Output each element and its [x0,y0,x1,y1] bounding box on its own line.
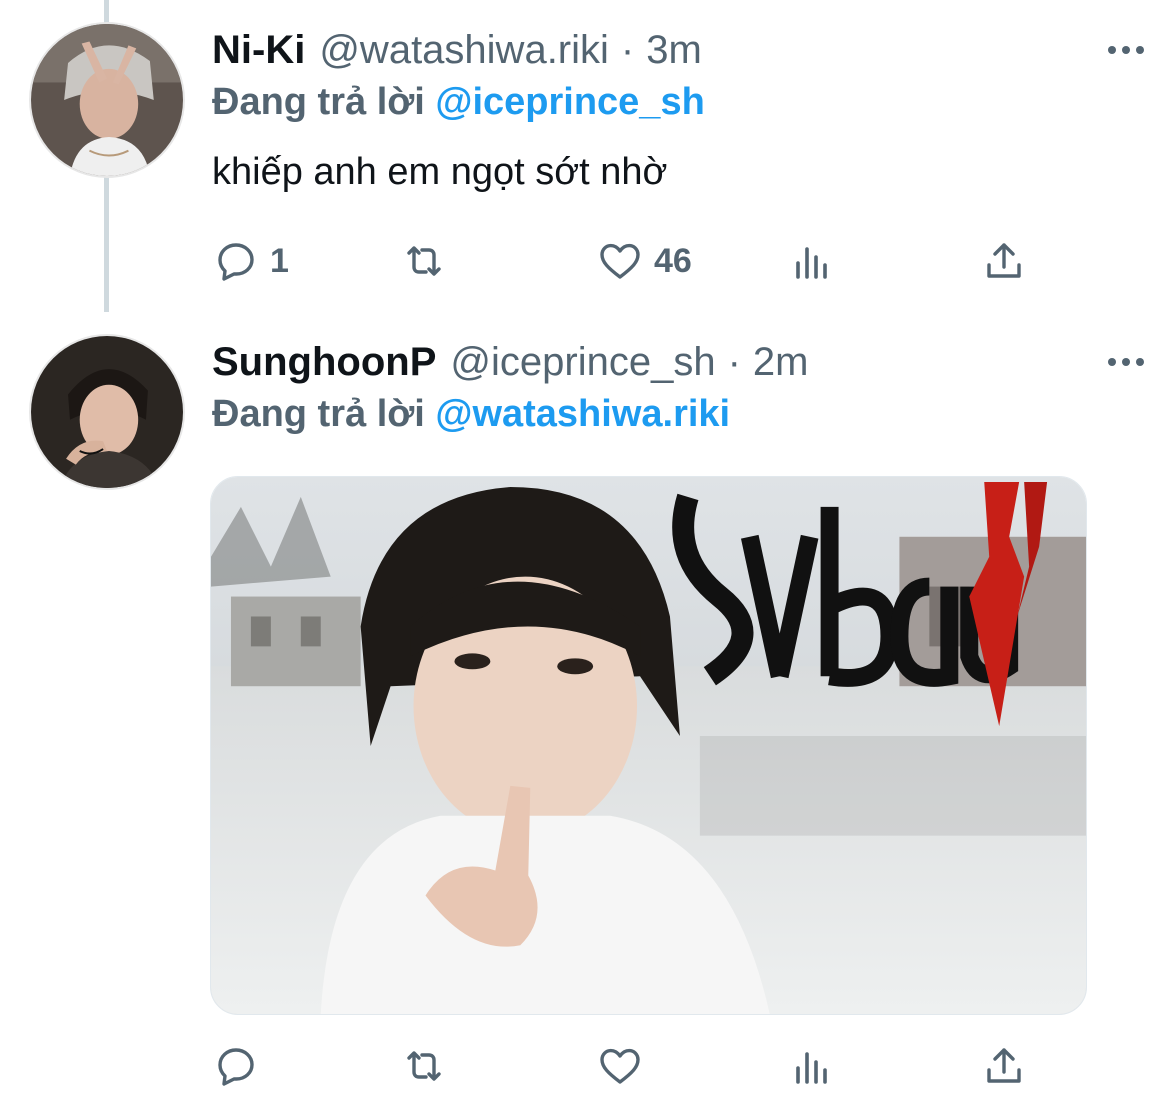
meme-photo [211,477,1086,1014]
display-name[interactable]: SunghoonP [212,334,436,390]
like-button[interactable] [596,1034,644,1098]
tweet-header: Ni-Ki @watashiwa.riki · 3m [212,22,702,78]
views-icon [796,247,827,279]
avatar[interactable] [29,22,185,178]
like-button[interactable]: 46 [596,229,692,293]
avatar[interactable] [29,334,185,490]
tweet-actions: 1 46 [212,229,1042,293]
share-button[interactable] [980,1034,1028,1098]
separator-dot: · [727,340,741,384]
replying-to-label: Đang trả lời [212,81,425,123]
reply-mention-link[interactable]: @watashiwa.riki [435,393,730,435]
views-button[interactable] [788,229,836,293]
replying-to-label: Đang trả lời [212,393,425,435]
heart-icon [600,1048,640,1084]
replying-to-line: Đang trả lời @iceprince_sh [212,76,705,128]
tweet-actions [212,1034,1042,1098]
user-handle[interactable]: @watashiwa.riki [319,22,609,78]
reply-mention-link[interactable]: @iceprince_sh [435,81,704,123]
views-icon [796,1052,827,1084]
more-horizontal-icon [1108,358,1144,366]
share-icon [987,1048,1021,1083]
separator-dot: · [620,28,635,72]
replying-to-line: Đang trả lời @watashiwa.riki [212,388,730,440]
reply-icon [218,1048,254,1086]
tweet-text: khiếp anh em ngọt sớt nhờ [212,151,668,193]
timestamp[interactable]: 2m [753,334,809,390]
retweet-icon [407,246,441,276]
display-name[interactable]: Ni-Ki [212,22,305,78]
like-count: 46 [654,241,692,280]
tweet-header: SunghoonP @iceprince_sh · 2m [212,334,809,390]
user-handle[interactable]: @iceprince_sh [450,334,715,390]
reply-count: 1 [270,241,289,280]
avatar-photo-sunghoon [31,336,183,488]
reply-button[interactable] [212,1034,260,1098]
share-icon [987,243,1021,278]
views-button[interactable] [788,1034,836,1098]
share-button[interactable] [980,229,1028,293]
more-horizontal-icon [1108,46,1144,54]
timestamp[interactable]: 3m [646,22,702,78]
more-options-button[interactable] [1104,28,1148,72]
retweet-button[interactable] [400,1034,448,1098]
tweet-media-image[interactable] [210,476,1087,1015]
reply-icon [218,243,254,281]
retweet-icon [407,1051,441,1081]
tweet-thread: Ni-Ki @watashiwa.riki · 3m Đang trả lời … [0,0,1170,1113]
reply-button[interactable]: 1 [212,229,289,293]
more-options-button[interactable] [1104,340,1148,384]
avatar-photo-niki [31,24,183,176]
retweet-button[interactable] [400,229,448,293]
heart-icon [600,243,640,279]
